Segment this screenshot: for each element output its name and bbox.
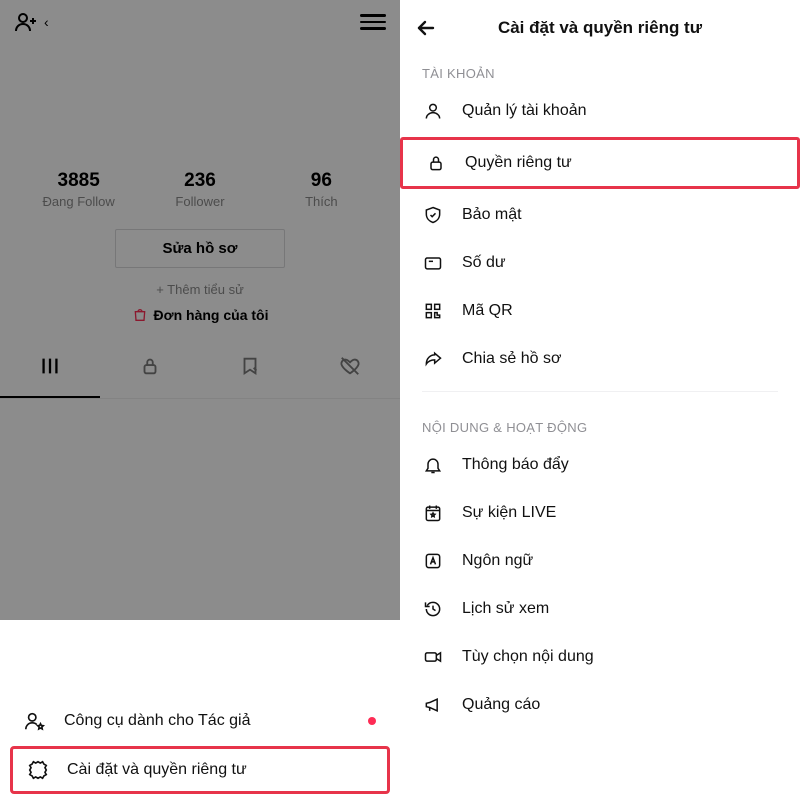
- settings-item-ads[interactable]: Quảng cáo: [400, 681, 800, 729]
- sheet-item-label: Công cụ dành cho Tác giả: [64, 712, 251, 730]
- calendar-star-icon: [422, 502, 444, 524]
- stat-like-count: 96: [261, 170, 381, 192]
- add-friend-icon[interactable]: [14, 10, 38, 34]
- my-orders-link[interactable]: Đơn hàng của tôi: [0, 307, 400, 323]
- lock-icon: [425, 152, 447, 174]
- qr-code-icon: [422, 300, 444, 322]
- gear-outline-icon: [27, 759, 49, 781]
- section-label-content: NỘI DUNG & HOẠT ĐỘNG: [400, 400, 800, 441]
- settings-item-label: Tùy chọn nội dung: [462, 648, 594, 666]
- options-bottom-sheet: Công cụ dành cho Tác giả Cài đặt và quyề…: [0, 678, 400, 800]
- settings-item-privacy[interactable]: Quyền riêng tư: [403, 140, 797, 186]
- shield-check-icon: [422, 204, 444, 226]
- settings-item-content-prefs[interactable]: Tùy chọn nội dung: [400, 633, 800, 681]
- settings-item-qr-code[interactable]: Mã QR: [400, 287, 800, 335]
- stat-followers[interactable]: 236 Follower: [140, 170, 260, 209]
- settings-item-label: Quản lý tài khoản: [462, 102, 587, 120]
- card-icon: [422, 252, 444, 274]
- stat-likes[interactable]: 96 Thích: [261, 170, 381, 209]
- video-play-icon: [422, 646, 444, 668]
- settings-item-label: Số dư: [462, 254, 506, 272]
- add-bio-button[interactable]: + Thêm tiểu sử: [0, 282, 400, 297]
- highlight-privacy: Quyền riêng tư: [400, 137, 800, 189]
- section-label-account: TÀI KHOẢN: [400, 46, 800, 87]
- settings-item-label: Thông báo đẩy: [462, 456, 569, 474]
- section-divider: [422, 391, 778, 392]
- profile-tabs: [0, 345, 400, 399]
- stat-following-count: 3885: [19, 170, 139, 192]
- settings-item-label: Chia sẻ hồ sơ: [462, 350, 561, 368]
- back-arrow-icon[interactable]: [414, 16, 438, 40]
- sheet-item-creator-tools[interactable]: Công cụ dành cho Tác giả: [0, 696, 400, 746]
- settings-item-live-events[interactable]: Sự kiện LIVE: [400, 489, 800, 537]
- tab-liked[interactable]: [300, 345, 400, 398]
- notification-dot-icon: [368, 717, 376, 725]
- shopping-bag-icon: [132, 307, 148, 323]
- settings-item-language[interactable]: Ngôn ngữ: [400, 537, 800, 585]
- settings-item-push-notifications[interactable]: Thông báo đẩy: [400, 441, 800, 489]
- edit-profile-button[interactable]: Sửa hồ sơ: [115, 229, 285, 268]
- profile-screen: ‹ 3885 Đang Follow 236 Follower 96 Thích…: [0, 0, 400, 800]
- sheet-item-label: Cài đặt và quyền riêng tư: [67, 761, 247, 779]
- tab-grid[interactable]: [0, 345, 100, 398]
- stat-follower-label: Follower: [140, 194, 260, 209]
- profile-stats: 3885 Đang Follow 236 Follower 96 Thích: [0, 170, 400, 209]
- chevron-left-icon[interactable]: ‹: [38, 14, 55, 30]
- settings-item-balance[interactable]: Số dư: [400, 239, 800, 287]
- settings-item-label: Lịch sử xem: [462, 600, 549, 618]
- stat-following[interactable]: 3885 Đang Follow: [19, 170, 139, 209]
- stat-follower-count: 236: [140, 170, 260, 192]
- person-icon: [422, 100, 444, 122]
- stat-following-label: Đang Follow: [19, 194, 139, 209]
- highlight-settings-privacy: Cài đặt và quyền riêng tư: [10, 746, 390, 794]
- settings-title: Cài đặt và quyền riêng tư: [438, 18, 786, 38]
- sheet-item-settings-privacy[interactable]: Cài đặt và quyền riêng tư: [27, 759, 373, 781]
- settings-item-share-profile[interactable]: Chia sẻ hồ sơ: [400, 335, 800, 383]
- settings-item-label: Quyền riêng tư: [465, 154, 572, 172]
- my-orders-label: Đơn hàng của tôi: [154, 307, 269, 323]
- hamburger-menu-icon[interactable]: [360, 14, 386, 30]
- settings-item-manage-account[interactable]: Quản lý tài khoản: [400, 87, 800, 135]
- person-star-icon: [24, 710, 46, 732]
- letter-a-icon: [422, 550, 444, 572]
- settings-header: Cài đặt và quyền riêng tư: [400, 4, 800, 46]
- settings-item-watch-history[interactable]: Lịch sử xem: [400, 585, 800, 633]
- settings-screen: Cài đặt và quyền riêng tư TÀI KHOẢN Quản…: [400, 0, 800, 800]
- settings-item-label: Quảng cáo: [462, 696, 540, 714]
- settings-item-label: Ngôn ngữ: [462, 552, 533, 570]
- tab-private[interactable]: [100, 345, 200, 398]
- bell-icon: [422, 454, 444, 476]
- megaphone-icon: [422, 694, 444, 716]
- share-arrow-icon: [422, 348, 444, 370]
- history-clock-icon: [422, 598, 444, 620]
- stat-like-label: Thích: [261, 194, 381, 209]
- settings-item-label: Mã QR: [462, 302, 513, 320]
- settings-item-label: Bảo mật: [462, 206, 522, 224]
- settings-item-label: Sự kiện LIVE: [462, 504, 556, 522]
- settings-item-security[interactable]: Bảo mật: [400, 191, 800, 239]
- tab-saved[interactable]: [200, 345, 300, 398]
